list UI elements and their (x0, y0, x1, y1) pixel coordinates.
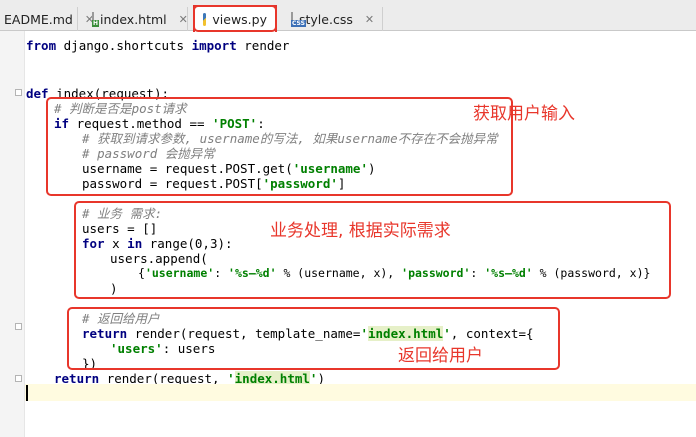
fold-marker-icon[interactable] (15, 89, 22, 96)
fold-marker-icon[interactable] (15, 375, 22, 382)
editor-tab-bar: EADME.md ✕ H index.html ✕ views.py CSS s… (0, 0, 696, 32)
annotation-get-input: 获取用户输入 (473, 104, 575, 124)
code-line: from django.shortcuts import render (26, 38, 290, 53)
html-badge: H (92, 19, 100, 27)
html-file-icon: H (92, 11, 100, 27)
tab-label: index.html (100, 11, 167, 27)
annotation-return-user: 返回给用户 (398, 346, 483, 366)
tab-label: style.css (299, 11, 353, 27)
current-line-highlight (25, 384, 696, 401)
gutter (0, 31, 25, 437)
tab-index-html[interactable]: H index.html ✕ (84, 7, 188, 31)
close-icon[interactable]: ✕ (365, 13, 374, 26)
css-file-icon: CSS (291, 11, 306, 27)
close-icon[interactable]: ✕ (179, 13, 188, 26)
annotation-box-input (46, 97, 513, 196)
annotation-box-return (67, 307, 560, 370)
fold-marker-icon[interactable] (15, 323, 22, 330)
css-badge: CSS (291, 19, 306, 27)
annotation-box-active-tab (193, 5, 277, 32)
tab-style-css[interactable]: CSS style.css ✕ (283, 7, 383, 31)
tab-readme[interactable]: EADME.md ✕ (0, 7, 94, 31)
annotation-business: 业务处理, 根据实际需求 (270, 221, 451, 241)
tab-label: EADME.md (4, 11, 73, 27)
text-caret (26, 385, 28, 401)
